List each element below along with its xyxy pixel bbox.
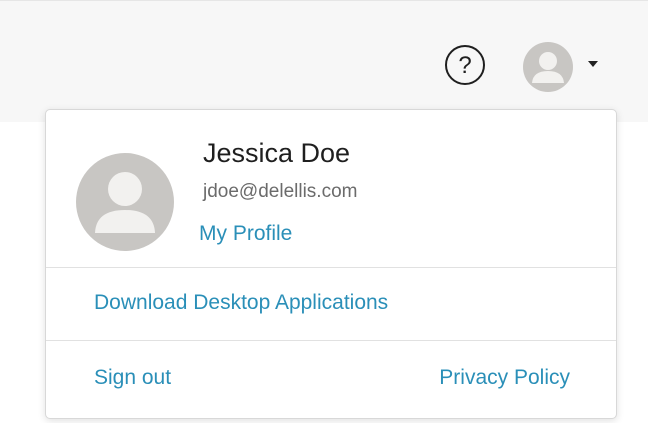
user-avatar-icon — [523, 42, 573, 92]
my-profile-link[interactable]: My Profile — [199, 222, 292, 246]
svg-text:?: ? — [458, 52, 471, 79]
menu-divider — [46, 267, 616, 268]
user-name: Jessica Doe — [203, 138, 351, 168]
user-avatar-icon — [76, 153, 174, 251]
caret-down-icon — [588, 61, 598, 67]
user-menu-dropdown: Jessica Doe jdoe@delellis.com My Profile… — [45, 109, 617, 419]
menu-divider — [46, 340, 616, 341]
privacy-policy-link[interactable]: Privacy Policy — [439, 366, 570, 390]
help-icon[interactable]: ? — [443, 43, 487, 87]
user-email: jdoe@delellis.com — [203, 181, 358, 202]
download-desktop-apps-link[interactable]: Download Desktop Applications — [94, 291, 388, 315]
top-header-bar: ? — [0, 0, 648, 122]
sign-out-link[interactable]: Sign out — [94, 366, 171, 390]
user-menu-toggle-button[interactable] — [520, 39, 604, 92]
